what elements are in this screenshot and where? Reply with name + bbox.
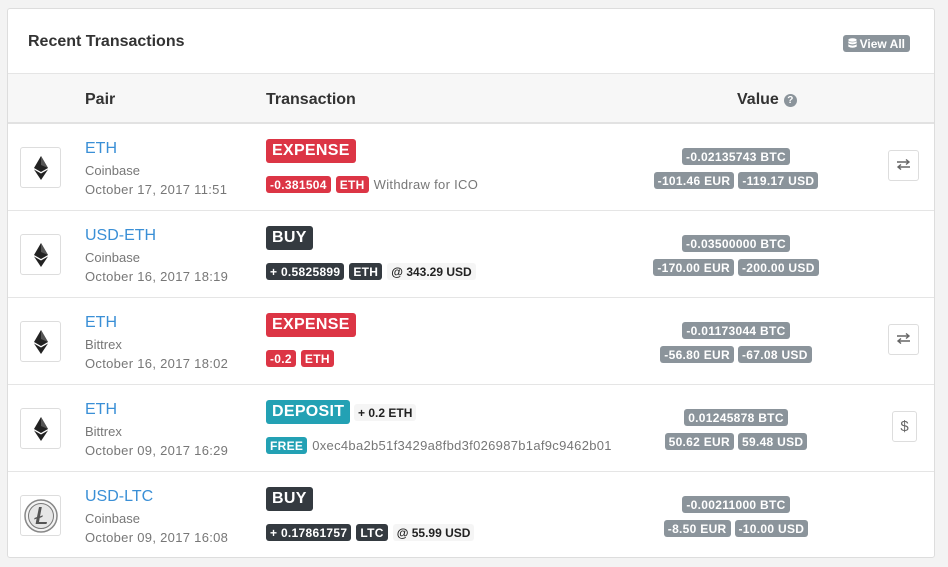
table-row: ETH Bittrex October 16, 2017 18:02 EXPEN… [8, 298, 934, 385]
table-row: ETH Bittrex October 09, 2017 16:29 DEPOS… [8, 385, 934, 472]
dollar-button[interactable]: $ [892, 411, 917, 442]
amount-badge: -0.381504 [266, 176, 331, 193]
price-badge: @ 55.99 USD [392, 524, 475, 541]
asset-badge: LTC [356, 524, 388, 541]
ethereum-icon [20, 234, 61, 275]
transfer-icon [896, 331, 911, 348]
btc-value-badge: 0.01245878 BTC [684, 409, 788, 426]
ethereum-icon [20, 408, 61, 449]
transaction-date: October 16, 2017 18:02 [85, 356, 229, 371]
eur-value-badge: -170.00 EUR [653, 259, 734, 276]
transfer-button[interactable] [888, 324, 919, 355]
price-badge: @ 343.29 USD [387, 263, 476, 280]
transaction-note: Withdraw for ICO [373, 177, 479, 192]
usd-value-badge: -200.00 USD [738, 259, 819, 276]
fee-badge: FREE [266, 437, 308, 454]
table-header: Pair Transaction Value ? [8, 74, 934, 124]
eur-value-badge: -8.50 EUR [663, 520, 731, 537]
transfer-icon [896, 157, 911, 174]
view-all-label: View All [859, 36, 905, 51]
card-header: Recent Transactions View All [8, 9, 934, 74]
transfer-button[interactable] [888, 150, 919, 181]
value-cell: -0.03500000 BTC -170.00 EUR -200.00 USD [608, 235, 928, 283]
recent-transactions-card: Recent Transactions View All Pair Transa… [7, 8, 935, 558]
usd-value-badge: -119.17 USD [738, 172, 819, 189]
btc-value-badge: -0.02135743 BTC [682, 148, 790, 165]
column-header-transaction: Transaction [266, 91, 356, 108]
exchange-name: Bittrex [85, 424, 122, 439]
ethereum-icon [20, 321, 61, 362]
pair-link[interactable]: ETH [85, 140, 117, 158]
amount-badge: + 0.5825899 [266, 263, 345, 280]
ethereum-icon [20, 147, 61, 188]
help-icon[interactable]: ? [783, 93, 797, 107]
transaction-details: + 0.5825899 ETH @ 343.29 USD [266, 263, 476, 280]
value-cell: 0.01245878 BTC 50.62 EUR 59.48 USD [608, 409, 928, 457]
exchange-name: Bittrex [85, 337, 122, 352]
usd-value-badge: -67.08 USD [738, 346, 812, 363]
transaction-date: October 16, 2017 18:19 [85, 269, 229, 284]
column-header-value-label: Value [737, 91, 779, 108]
transaction-details: -0.2 ETH [266, 350, 334, 367]
table-row: USD-ETH Coinbase October 16, 2017 18:19 … [8, 211, 934, 298]
table-row: ETH Coinbase October 17, 2017 11:51 EXPE… [8, 124, 934, 211]
card-title: Recent Transactions [28, 33, 185, 50]
column-header-value: Value ? [737, 91, 797, 109]
deposit-amount-badge: + 0.2 ETH [354, 404, 417, 421]
asset-badge: ETH [335, 176, 369, 193]
view-all-button[interactable]: View All [842, 35, 910, 52]
transaction-type-badge: EXPENSE [266, 313, 356, 337]
eur-value-badge: -56.80 EUR [660, 346, 734, 363]
usd-value-badge: -10.00 USD [734, 520, 809, 537]
transaction-date: October 09, 2017 16:08 [85, 530, 229, 545]
amount-badge: + 0.17861757 [266, 524, 352, 541]
value-cell: -0.00211000 BTC -8.50 EUR -10.00 USD [608, 496, 928, 544]
btc-value-badge: -0.00211000 BTC [682, 496, 790, 513]
table-row: USD-LTC Coinbase October 09, 2017 16:08 … [8, 472, 934, 557]
exchange-name: Coinbase [85, 250, 140, 265]
transaction-details: + 0.17861757 LTC @ 55.99 USD [266, 524, 475, 541]
pair-link[interactable]: USD-LTC [85, 488, 153, 506]
eur-value-badge: 50.62 EUR [664, 433, 734, 450]
pair-link[interactable]: ETH [85, 401, 117, 419]
btc-value-badge: -0.01173044 BTC [682, 322, 790, 339]
transaction-type-badge: BUY [266, 226, 313, 250]
eur-value-badge: -101.46 EUR [653, 172, 735, 189]
litecoin-icon [20, 495, 61, 536]
dollar-icon: $ [900, 418, 909, 435]
pair-link[interactable]: ETH [85, 314, 117, 332]
exchange-name: Coinbase [85, 163, 140, 178]
database-icon [847, 38, 857, 49]
column-header-pair: Pair [85, 91, 116, 108]
amount-badge: -0.2 [266, 350, 296, 367]
transaction-type-badge: EXPENSE [266, 139, 356, 163]
value-cell: -0.01173044 BTC -56.80 EUR -67.08 USD [608, 322, 928, 370]
pair-link[interactable]: USD-ETH [85, 227, 156, 245]
btc-value-badge: -0.03500000 BTC [682, 235, 790, 252]
usd-value-badge: 59.48 USD [738, 433, 808, 450]
transaction-type-badge: BUY [266, 487, 313, 511]
transaction-date: October 17, 2017 11:51 [85, 182, 228, 197]
value-cell: -0.02135743 BTC -101.46 EUR -119.17 USD [608, 148, 928, 196]
transaction-date: October 09, 2017 16:29 [85, 443, 229, 458]
transaction-type-badge: DEPOSIT [266, 400, 351, 424]
exchange-name: Coinbase [85, 511, 140, 526]
asset-badge: ETH [349, 263, 383, 280]
asset-badge: ETH [300, 350, 334, 367]
transaction-details: -0.381504 ETH Withdraw for ICO [266, 176, 478, 193]
